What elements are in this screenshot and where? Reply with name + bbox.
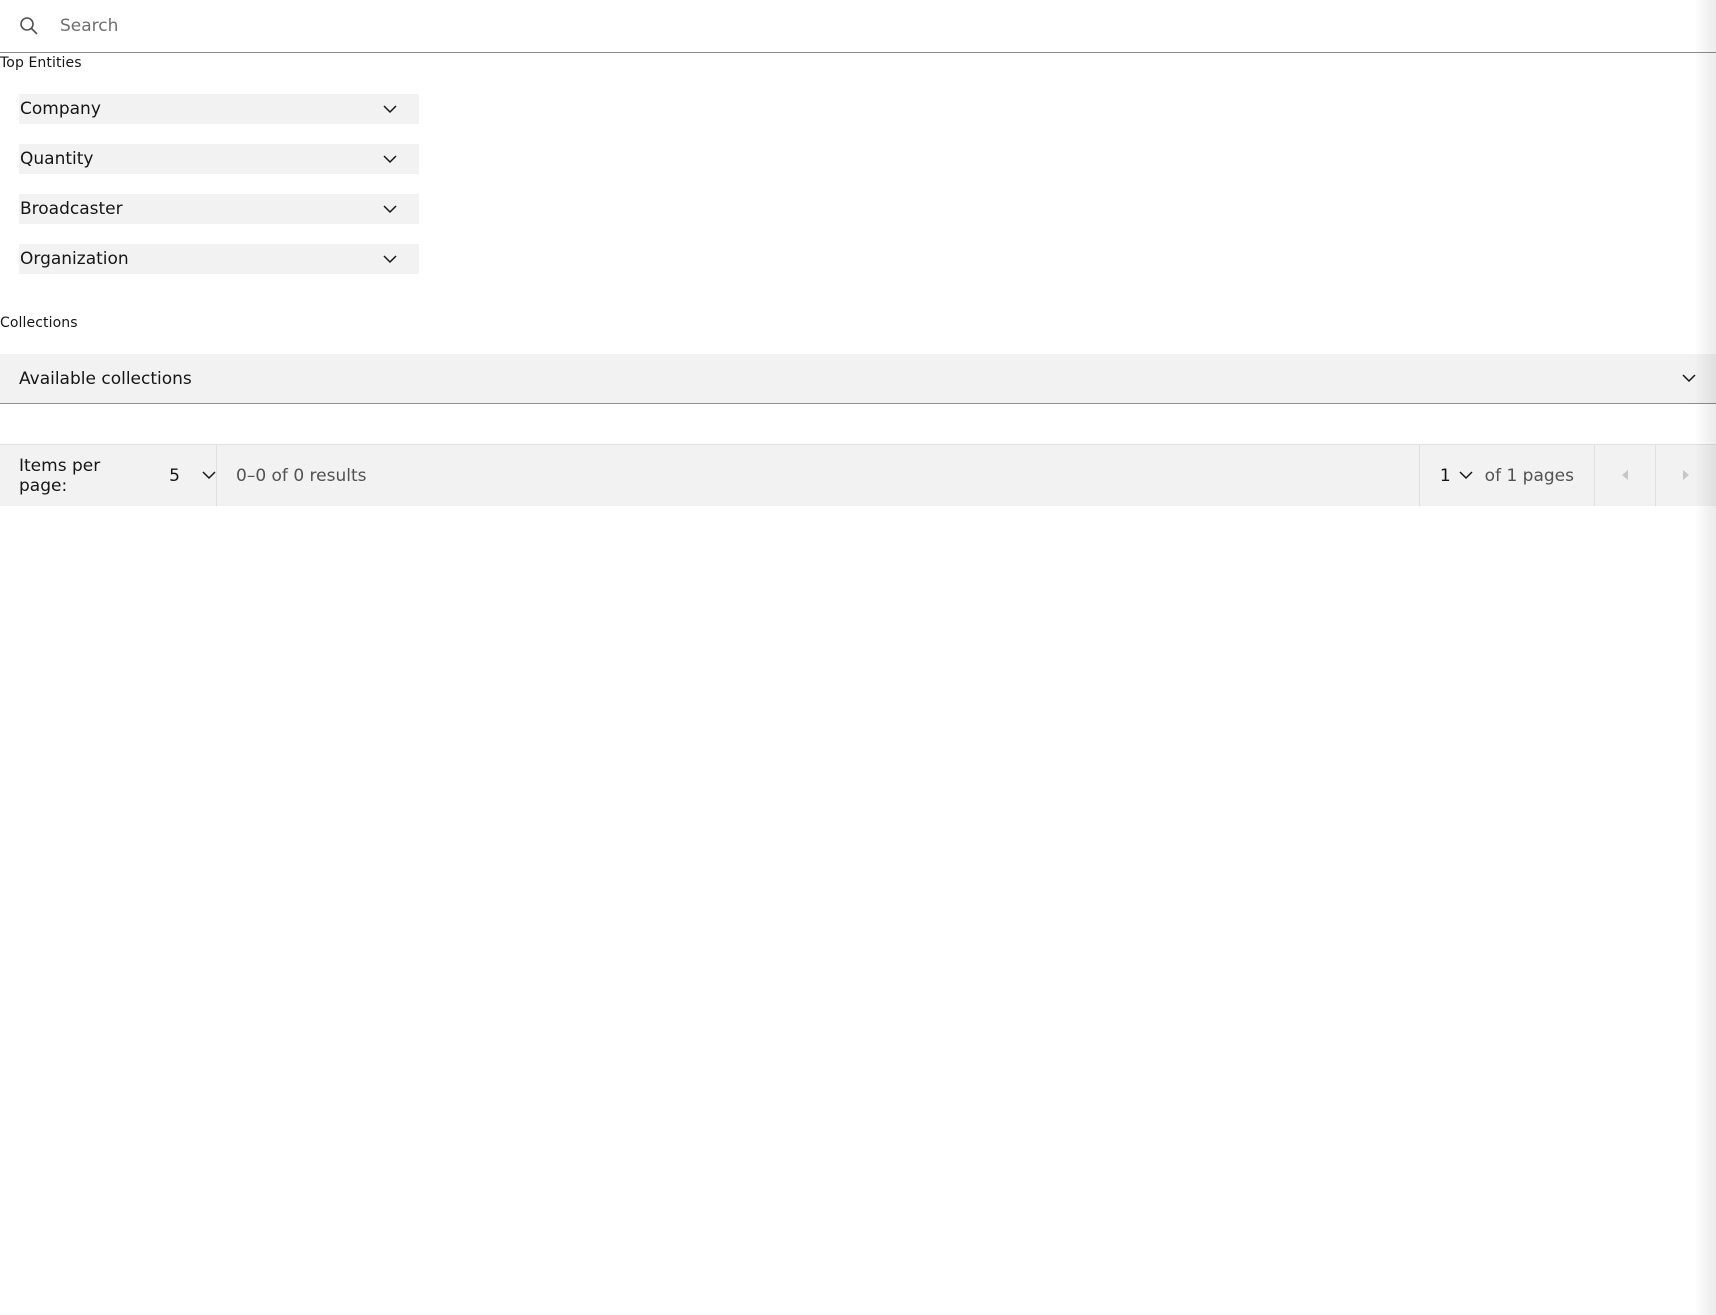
entity-dropdown-label: Organization bbox=[20, 249, 129, 269]
items-per-page-select[interactable]: 5 bbox=[169, 466, 216, 486]
items-per-page-value: 5 bbox=[169, 465, 180, 486]
caret-right-icon bbox=[1682, 466, 1690, 486]
edge-shadow bbox=[1694, 0, 1716, 1315]
collections-dropdown-label: Available collections bbox=[19, 368, 192, 389]
chevron-down-icon bbox=[383, 202, 397, 216]
entity-dropdown-label: Broadcaster bbox=[20, 199, 123, 219]
items-per-page: Items per page: 5 bbox=[0, 445, 217, 506]
entity-dropdown-organization[interactable]: Organization bbox=[19, 244, 419, 274]
page-controls: 1 of 1 pages bbox=[1418, 445, 1716, 506]
items-per-page-label: Items per page: bbox=[19, 455, 101, 496]
page: Top Entities Company Quantity Broadcaste… bbox=[0, 0, 1716, 1315]
entity-dropdown-company[interactable]: Company bbox=[19, 94, 419, 124]
caret-left-icon bbox=[1621, 466, 1629, 486]
chevron-down-icon bbox=[383, 252, 397, 266]
chevron-down-icon bbox=[202, 469, 216, 483]
entity-dropdown-broadcaster[interactable]: Broadcaster bbox=[19, 194, 419, 224]
page-select[interactable]: 1 of 1 pages bbox=[1420, 445, 1594, 506]
next-page-button[interactable] bbox=[1655, 445, 1716, 506]
total-pages-text: of 1 pages bbox=[1484, 465, 1574, 486]
chevron-down-icon bbox=[383, 102, 397, 116]
collections-dropdown[interactable]: Available collections bbox=[0, 354, 1716, 404]
search-icon bbox=[17, 14, 41, 38]
chevron-down-icon bbox=[1682, 372, 1696, 386]
entity-dropdown-quantity[interactable]: Quantity bbox=[19, 144, 419, 174]
chevron-down-icon bbox=[383, 152, 397, 166]
collections-heading: Collections bbox=[0, 315, 78, 331]
top-entities-heading: Top Entities bbox=[0, 55, 82, 71]
pagination-bar: Items per page: 5 0–0 of 0 results 1 of … bbox=[0, 444, 1716, 506]
search-bar bbox=[0, 0, 1716, 53]
previous-page-button[interactable] bbox=[1594, 445, 1655, 506]
results-range: 0–0 of 0 results bbox=[236, 465, 367, 486]
chevron-down-icon bbox=[1459, 469, 1473, 483]
entity-dropdown-label: Quantity bbox=[20, 149, 94, 169]
current-page-value: 1 bbox=[1439, 465, 1451, 486]
search-input[interactable] bbox=[58, 5, 1662, 47]
entity-dropdown-label: Company bbox=[20, 99, 101, 119]
